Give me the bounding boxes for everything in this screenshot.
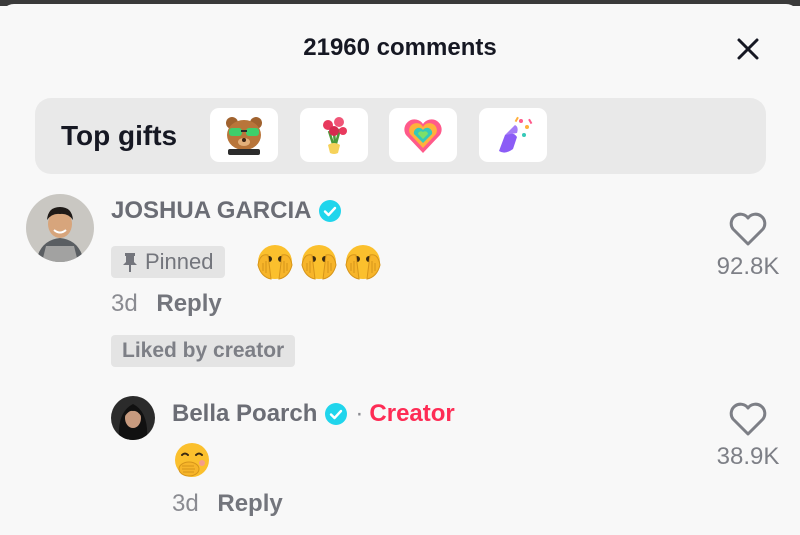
avatar-bella-poarch[interactable] [111, 396, 155, 440]
top-gifts-label: Top gifts [61, 120, 178, 151]
reply-meta: 3d Reply [172, 490, 283, 518]
comment-author[interactable]: JOSHUA GARCIA [111, 197, 342, 225]
face-peeking-eye-emoji-icon [257, 245, 293, 280]
like-count: 92.8K [716, 253, 780, 280]
reply-emoji [172, 440, 212, 485]
close-icon [737, 38, 759, 60]
gift-roses[interactable] [300, 108, 368, 162]
heart-icon[interactable] [728, 211, 768, 247]
pinned-label: Pinned [145, 249, 214, 274]
rainbow-heart-gift-icon [404, 119, 442, 153]
rose-bouquet-gift-icon [323, 117, 347, 154]
face-peeking-eye-emoji-icon [345, 245, 381, 280]
verified-badge-icon [325, 403, 348, 425]
comment-time: 3d [111, 290, 138, 317]
face-peeking-eye-emoji-icon [301, 245, 337, 280]
bear-glasses-gift-icon [226, 117, 262, 155]
top-gifts-bar[interactable]: Top gifts [35, 98, 766, 174]
gift-rainbow-heart[interactable] [389, 108, 457, 162]
reply-like[interactable]: 38.9K [708, 401, 788, 471]
comment-meta: 3d Reply [111, 290, 222, 318]
user-avatar-icon [26, 194, 94, 262]
hand-over-mouth-emoji-icon [175, 443, 209, 477]
liked-by-creator-badge: Liked by creator [111, 335, 296, 367]
separator-dot: · [355, 400, 364, 427]
close-button[interactable] [733, 34, 763, 64]
comments-sheet: 21960 comments Top gifts JOSHUA GARCIA P… [0, 4, 800, 535]
verified-badge-icon [319, 200, 342, 222]
heart-icon[interactable] [728, 401, 768, 437]
reply-author-name: Bella Poarch [172, 400, 318, 427]
comment-like[interactable]: 92.8K [708, 211, 788, 281]
comment-emoji-row [255, 241, 383, 281]
pin-icon [123, 253, 137, 272]
reply-time: 3d [172, 490, 199, 517]
creator-label: Creator [369, 400, 455, 427]
reply-button[interactable]: Reply [156, 290, 221, 317]
confetti-hand-gift-icon [499, 116, 533, 153]
like-count: 38.9K [716, 443, 780, 470]
avatar-joshua-garcia[interactable] [26, 194, 94, 262]
gift-bear[interactable] [210, 108, 278, 162]
comment-author-name: JOSHUA GARCIA [111, 197, 312, 224]
comment-count-title: 21960 comments [303, 34, 497, 61]
gift-confetti[interactable] [479, 108, 547, 162]
reply-button[interactable]: Reply [217, 490, 282, 517]
user-avatar-icon [111, 396, 155, 440]
reply-author[interactable]: Bella Poarch · Creator [172, 400, 455, 428]
pinned-badge: Pinned [111, 246, 225, 278]
